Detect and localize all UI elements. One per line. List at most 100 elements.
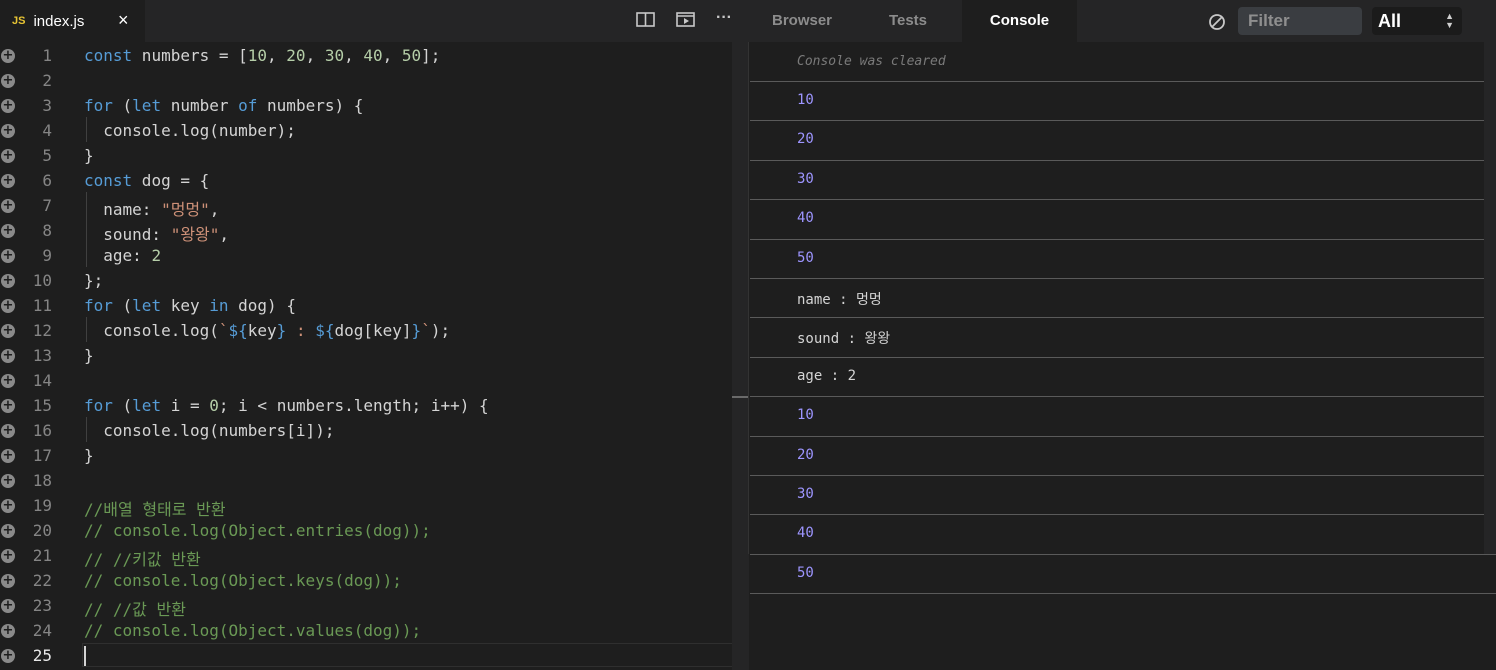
console-log-row: 50: [750, 555, 1496, 595]
add-breakpoint-icon[interactable]: +: [1, 449, 15, 463]
filter-input[interactable]: [1238, 7, 1362, 35]
preview-icon[interactable]: [676, 11, 696, 34]
code-text[interactable]: // console.log(Object.entries(dog));: [84, 521, 431, 540]
code-text[interactable]: for (let number of numbers) {: [84, 96, 363, 115]
code-line[interactable]: +8 sound: "왕왕",: [0, 219, 732, 244]
add-breakpoint-icon[interactable]: +: [1, 299, 15, 313]
add-breakpoint-icon[interactable]: +: [1, 324, 15, 338]
code-line[interactable]: +15 for (let i = 0; i < numbers.length; i…: [0, 394, 732, 419]
add-breakpoint-icon[interactable]: +: [1, 74, 15, 88]
add-breakpoint-icon[interactable]: +: [1, 524, 15, 538]
code-line[interactable]: +9 age: 2: [0, 244, 732, 269]
code-text[interactable]: }: [84, 146, 94, 165]
code-line[interactable]: +21 // //키값 반환: [0, 544, 732, 569]
code-text[interactable]: }: [84, 346, 94, 365]
console-log-row: 10: [750, 82, 1496, 122]
console-log-text: 10: [797, 92, 814, 108]
code-line[interactable]: +19 //배열 형태로 반환: [0, 494, 732, 519]
tab-console[interactable]: Console: [962, 0, 1077, 42]
code-line[interactable]: +16 console.log(numbers[i]);: [0, 419, 732, 444]
editor-scrollbar-track[interactable]: [748, 42, 749, 554]
code-text[interactable]: // console.log(Object.values(dog));: [84, 621, 421, 640]
line-number: 21: [32, 546, 52, 565]
code-text[interactable]: const numbers = [10, 20, 30, 40, 50];: [84, 46, 440, 65]
code-line[interactable]: +14: [0, 369, 732, 394]
code-line[interactable]: +18: [0, 469, 732, 494]
add-breakpoint-icon[interactable]: +: [1, 474, 15, 488]
code-line[interactable]: +3 for (let number of numbers) {: [0, 94, 732, 119]
code-text[interactable]: };: [84, 271, 103, 290]
line-number: 24: [32, 621, 52, 640]
add-breakpoint-icon[interactable]: +: [1, 149, 15, 163]
code-text[interactable]: console.log(number);: [84, 121, 296, 140]
add-breakpoint-icon[interactable]: +: [1, 499, 15, 513]
add-breakpoint-icon[interactable]: +: [1, 424, 15, 438]
add-breakpoint-icon[interactable]: +: [1, 624, 15, 638]
console-scrollbar[interactable]: [1484, 42, 1496, 554]
add-breakpoint-icon[interactable]: +: [1, 649, 15, 663]
add-breakpoint-icon[interactable]: +: [1, 349, 15, 363]
add-breakpoint-icon[interactable]: +: [1, 374, 15, 388]
code-line[interactable]: +24 // console.log(Object.values(dog));: [0, 619, 732, 644]
code-text[interactable]: // //값 반환: [84, 596, 186, 620]
code-text[interactable]: sound: "왕왕",: [84, 221, 229, 245]
add-breakpoint-icon[interactable]: +: [1, 549, 15, 563]
tab-browser[interactable]: Browser: [755, 0, 849, 42]
code-line[interactable]: +5}: [0, 144, 732, 169]
code-text[interactable]: name: "멍멍",: [84, 196, 219, 220]
add-breakpoint-icon[interactable]: +: [1, 224, 15, 238]
code-text[interactable]: age: 2: [84, 246, 161, 265]
tab-tests[interactable]: Tests: [862, 0, 954, 42]
code-text[interactable]: const dog = {: [84, 171, 209, 190]
pane-splitter[interactable]: [732, 42, 749, 670]
code-text[interactable]: for (let key in dog) {: [84, 296, 296, 315]
add-breakpoint-icon[interactable]: +: [1, 124, 15, 138]
split-view-icon[interactable]: [636, 11, 656, 34]
code-line[interactable]: +23 // //값 반환: [0, 594, 732, 619]
line-number: 8: [42, 221, 52, 240]
add-breakpoint-icon[interactable]: +: [1, 574, 15, 588]
code-line[interactable]: +7 name: "멍멍",: [0, 194, 732, 219]
code-line[interactable]: +12 console.log(`${key} : ${dog[key]}`);: [0, 319, 732, 344]
add-breakpoint-icon[interactable]: +: [1, 399, 15, 413]
code-text[interactable]: // console.log(Object.keys(dog));: [84, 571, 402, 590]
code-text[interactable]: }: [84, 446, 94, 465]
add-breakpoint-icon[interactable]: +: [1, 274, 15, 288]
add-breakpoint-icon[interactable]: +: [1, 249, 15, 263]
code-line[interactable]: +4 console.log(number);: [0, 119, 732, 144]
console-log-text: age : 2: [797, 367, 857, 384]
code-line[interactable]: +13}: [0, 344, 732, 369]
more-icon[interactable]: ···: [716, 9, 732, 27]
console-log-text: 30: [797, 486, 814, 502]
code-text[interactable]: console.log(`${key} : ${dog[key]}`);: [84, 321, 450, 340]
add-breakpoint-icon[interactable]: +: [1, 199, 15, 213]
console-log-row: 20: [750, 437, 1496, 476]
code-editor[interactable]: +1 const numbers = [10, 20, 30, 40, 50]; +…: [0, 42, 746, 670]
code-line[interactable]: +17}: [0, 444, 732, 469]
code-line[interactable]: +10};: [0, 269, 732, 294]
line-number: 14: [32, 371, 52, 390]
log-level-select[interactable]: All ▲ ▼: [1372, 7, 1462, 35]
file-tab-index-js[interactable]: JS index.js ×: [0, 0, 145, 42]
console-log-text: 10: [797, 407, 814, 424]
code-line[interactable]: +22 // console.log(Object.keys(dog));: [0, 569, 732, 594]
add-breakpoint-icon[interactable]: +: [1, 99, 15, 113]
console-log-text: 20: [797, 131, 814, 148]
code-line[interactable]: +25: [0, 644, 732, 669]
code-line[interactable]: +6 const dog = {: [0, 169, 732, 194]
code-text[interactable]: for (let i = 0; i < numbers.length; i++)…: [84, 396, 489, 415]
code-text[interactable]: //배열 형태로 반환: [84, 496, 226, 520]
code-line[interactable]: +11 for (let key in dog) {: [0, 294, 732, 319]
console-cleared-message: Console was cleared: [797, 54, 946, 69]
code-text[interactable]: console.log(numbers[i]);: [84, 421, 334, 440]
code-line[interactable]: +2: [0, 69, 732, 94]
add-breakpoint-icon[interactable]: +: [1, 49, 15, 63]
code-text[interactable]: // //키값 반환: [84, 546, 201, 570]
close-tab-icon[interactable]: ×: [118, 10, 129, 31]
code-line[interactable]: +20 // console.log(Object.entries(dog));: [0, 519, 732, 544]
add-breakpoint-icon[interactable]: +: [1, 599, 15, 613]
console-log-row: name : 멍멍: [750, 279, 1496, 319]
clear-console-icon[interactable]: [1208, 9, 1226, 37]
code-line[interactable]: +1 const numbers = [10, 20, 30, 40, 50];: [0, 44, 732, 69]
add-breakpoint-icon[interactable]: +: [1, 174, 15, 188]
